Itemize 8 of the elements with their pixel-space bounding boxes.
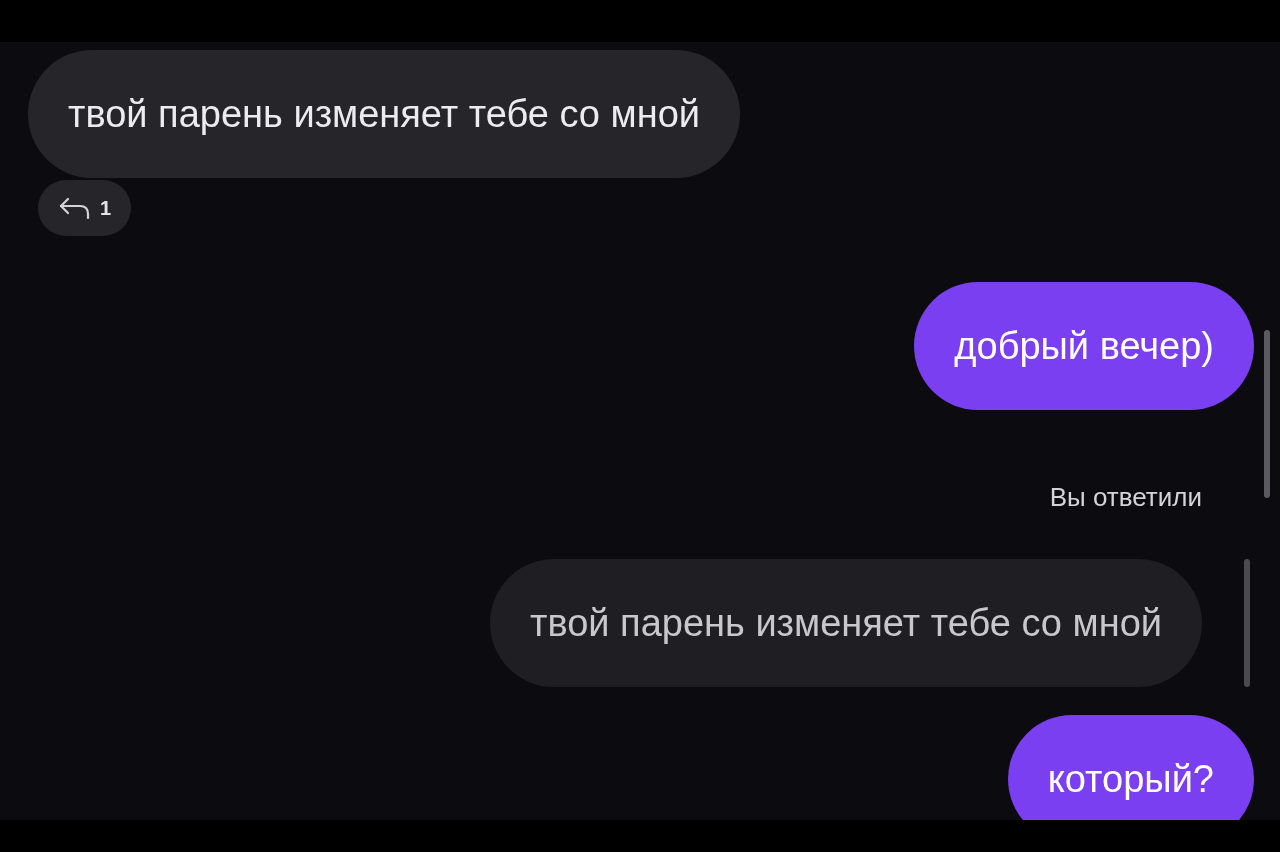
reply-arrow-icon xyxy=(58,196,92,220)
quoted-message-bubble: твой парень изменяет тебе со мной xyxy=(490,559,1202,687)
message-bubble: твой парень изменяет тебе со мной xyxy=(28,50,740,178)
reply-count-button[interactable]: 1 xyxy=(38,180,132,236)
scrollbar[interactable] xyxy=(1264,330,1270,498)
message-bubble: добрый вечер) xyxy=(914,282,1254,410)
message-bubble: который? xyxy=(1007,715,1254,820)
replied-label: Вы ответили xyxy=(1049,481,1202,514)
